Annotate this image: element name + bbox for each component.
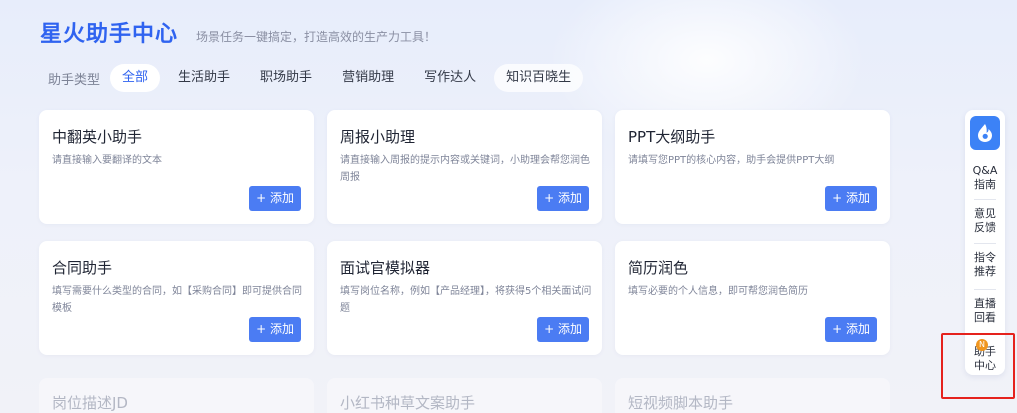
card-title: 小红书种草文案助手 — [340, 394, 476, 412]
card-title: 简历润色 — [628, 259, 689, 277]
add-button[interactable]: + 添加 — [537, 186, 589, 211]
assistant-card-partial[interactable]: 岗位描述JD — [39, 378, 314, 413]
card-title: 中翻英小助手 — [52, 128, 143, 146]
type-chip-all[interactable]: 全部 — [110, 64, 161, 92]
card-title: 面试官模拟器 — [340, 259, 431, 277]
type-filter-label: 助手类型 — [48, 72, 101, 88]
page-title: 星火助手中心 — [40, 22, 179, 47]
card-description: 请直接输入周报的提示内容或关键词，小助理会帮您润色周报 — [340, 155, 590, 183]
assistant-card[interactable]: 周报小助理 请直接输入周报的提示内容或关键词，小助理会帮您润色周报 + 添加 — [327, 110, 602, 224]
divider — [974, 289, 996, 290]
sidebar-item-label: 意见 — [974, 207, 996, 220]
card-description: 请直接输入要翻译的文本 — [52, 155, 162, 166]
assistant-card-partial[interactable]: 小红书种草文案助手 — [327, 378, 602, 413]
page-subtitle: 场景任务一键搞定，打造高效的生产力工具！ — [196, 30, 437, 44]
type-chip-knowledge[interactable]: 知识百晓生 — [494, 64, 584, 92]
add-button[interactable]: + 添加 — [249, 317, 301, 342]
card-title: 岗位描述JD — [52, 394, 128, 412]
sidebar-item-label: Q&A — [972, 164, 998, 177]
type-chip-life[interactable]: 生活助手 — [166, 64, 242, 92]
card-title: PPT大纲助手 — [628, 128, 716, 146]
sidebar-item-feedback[interactable]: 意见 反馈 — [965, 207, 1005, 235]
sidebar-item-label: 回看 — [974, 311, 996, 324]
sidebar-item-label: 直播 — [974, 297, 996, 310]
assistant-card-partial[interactable]: 短视频脚本助手 — [615, 378, 890, 413]
sidebar-item-live-replay[interactable]: 直播 回看 — [965, 297, 1005, 325]
card-title: 短视频脚本助手 — [628, 394, 734, 412]
type-chip-work[interactable]: 职场助手 — [248, 64, 324, 92]
card-description: 填写必要的个人信息，即可帮您润色简历 — [628, 286, 808, 297]
assistant-card[interactable]: 简历润色 填写必要的个人信息，即可帮您润色简历 + 添加 — [615, 241, 890, 355]
add-button[interactable]: + 添加 — [537, 317, 589, 342]
highlight-box — [941, 333, 1015, 399]
assistant-card[interactable]: PPT大纲助手 请填写您PPT的核心内容，助手会提供PPT大纲 + 添加 — [615, 110, 890, 224]
add-button[interactable]: + 添加 — [825, 317, 877, 342]
header: 星火助手中心 场景任务一键搞定，打造高效的生产力工具！ — [40, 16, 436, 48]
divider — [974, 199, 996, 200]
card-title: 周报小助理 — [340, 128, 416, 146]
sidebar-item-label: 反馈 — [974, 221, 996, 234]
assistant-card[interactable]: 合同助手 填写需要什么类型的合同，如【采购合同】即可提供合同模板 + 添加 — [39, 241, 314, 355]
assistant-card[interactable]: 面试官模拟器 填写岗位名称，例如【产品经理】，将获得5个相关面试问题 + 添加 — [327, 241, 602, 355]
sidebar-item-label: 指令 — [974, 251, 996, 264]
card-description: 填写岗位名称，例如【产品经理】，将获得5个相关面试问题 — [340, 286, 592, 314]
assistant-card[interactable]: 中翻英小助手 请直接输入要翻译的文本 + 添加 — [39, 110, 314, 224]
assistant-type-filter: 助手类型 全部 生活助手 职场助手 营销助理 写作达人 知识百晓生 — [48, 64, 589, 92]
sidebar-item-qa-guide[interactable]: Q&A 指南 — [965, 164, 1005, 192]
type-chip-marketing[interactable]: 营销助理 — [330, 64, 406, 92]
card-title: 合同助手 — [52, 259, 113, 277]
add-button[interactable]: + 添加 — [249, 186, 301, 211]
sidebar-item-prompt-recommend[interactable]: 指令 推荐 — [965, 251, 1005, 279]
sidebar-item-label: 指南 — [974, 178, 996, 191]
card-description: 请填写您PPT的核心内容，助手会提供PPT大纲 — [628, 155, 835, 166]
sidebar-item-label: 推荐 — [974, 265, 996, 278]
card-description: 填写需要什么类型的合同，如【采购合同】即可提供合同模板 — [52, 286, 302, 314]
type-chip-writing[interactable]: 写作达人 — [412, 64, 488, 92]
divider — [974, 243, 996, 244]
add-button[interactable]: + 添加 — [825, 186, 877, 211]
spark-logo-icon[interactable] — [970, 116, 1000, 150]
